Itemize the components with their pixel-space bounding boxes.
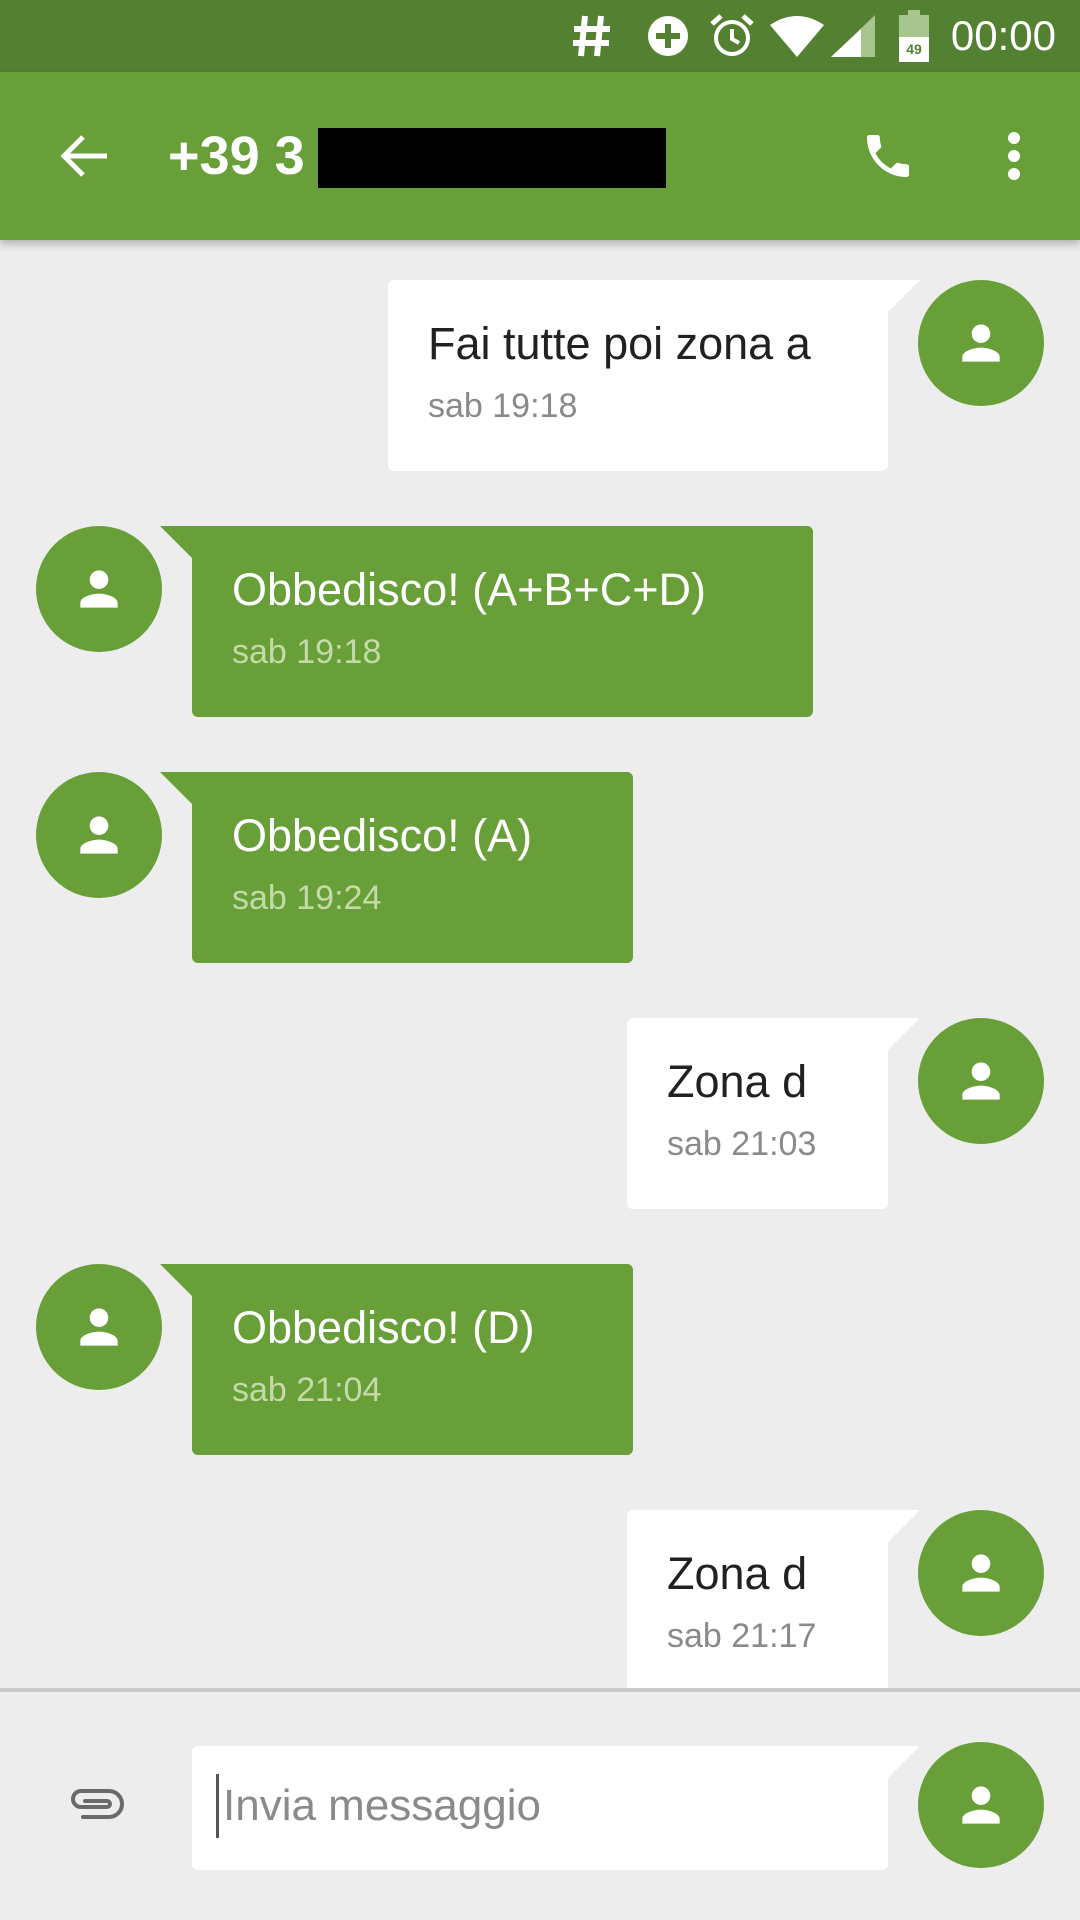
message-timestamp: sab 19:24: [232, 879, 382, 917]
avatar[interactable]: [36, 772, 162, 898]
more-vert-icon: [1008, 132, 1020, 180]
avatar[interactable]: [918, 1018, 1044, 1144]
send-avatar-button[interactable]: [918, 1742, 1044, 1868]
redaction-block: [318, 128, 666, 188]
bubble-tail: [160, 1264, 192, 1296]
person-icon: [962, 1062, 1000, 1100]
avatar[interactable]: [36, 1264, 162, 1390]
signal-icon: [830, 0, 876, 72]
arrow-back-icon: [60, 135, 107, 177]
bubble-tail: [160, 772, 192, 804]
message-timestamp: sab 21:03: [667, 1125, 817, 1163]
message-input[interactable]: [216, 1774, 856, 1838]
battery-level: 49: [906, 41, 922, 57]
person-icon: [80, 816, 118, 854]
message-bubble-outgoing[interactable]: Zona d sab 21:17: [627, 1510, 888, 1688]
status-bar: 49 00:00: [0, 0, 1080, 72]
message-bubble-outgoing[interactable]: Fai tutte poi zona a sab 19:18: [388, 280, 888, 471]
avatar[interactable]: [36, 526, 162, 652]
bubble-tail: [160, 526, 192, 558]
message-bubble-incoming[interactable]: Obbedisco! (A) sab 19:24: [192, 772, 633, 963]
person-icon: [962, 324, 1000, 362]
message-text: Obbedisco! (A+B+C+D): [232, 564, 706, 615]
bubble-tail: [888, 280, 920, 312]
message-text: Fai tutte poi zona a: [428, 318, 811, 369]
conversation-title: +39 3: [168, 126, 305, 186]
message-timestamp: sab 21:04: [232, 1371, 382, 1409]
bubble-tail: [888, 1510, 920, 1542]
input-tail: [888, 1746, 920, 1778]
message-thread[interactable]: Fai tutte poi zona a sab 19:18 Obbedisco…: [0, 240, 1080, 1688]
call-button[interactable]: [852, 120, 924, 192]
avatar[interactable]: [918, 1510, 1044, 1636]
message-bubble-outgoing[interactable]: Zona d sab 21:03: [627, 1018, 888, 1209]
data-saver-icon: [642, 0, 694, 72]
attach-button[interactable]: [54, 1762, 138, 1846]
status-time: 00:00: [950, 12, 1056, 59]
paperclip-icon: [71, 1789, 124, 1819]
avatar[interactable]: [918, 280, 1044, 406]
app-toolbar: +39 3: [0, 72, 1080, 240]
message-timestamp: sab 21:17: [667, 1617, 817, 1655]
person-icon: [962, 1554, 1000, 1592]
hash-icon: [566, 0, 618, 72]
person-icon: [962, 1786, 1000, 1824]
battery-icon: 49: [896, 0, 932, 72]
back-button[interactable]: [48, 120, 120, 192]
overflow-menu-button[interactable]: [990, 120, 1038, 192]
compose-bar: [0, 1688, 1080, 1920]
message-input-container: [192, 1746, 888, 1870]
message-bubble-incoming[interactable]: Obbedisco! (D) sab 21:04: [192, 1264, 633, 1455]
phone-icon: [867, 135, 909, 177]
message-text: Obbedisco! (D): [232, 1302, 535, 1353]
message-text: Zona d: [667, 1056, 808, 1107]
message-text: Zona d: [667, 1548, 808, 1599]
person-icon: [80, 570, 118, 608]
message-text: Obbedisco! (A): [232, 810, 533, 861]
alarm-icon: [706, 0, 758, 72]
message-timestamp: sab 19:18: [232, 633, 382, 671]
wifi-icon: [770, 0, 824, 72]
message-timestamp: sab 19:18: [428, 387, 578, 425]
bubble-tail: [888, 1018, 920, 1050]
message-bubble-incoming[interactable]: Obbedisco! (A+B+C+D) sab 19:18: [192, 526, 813, 717]
person-icon: [80, 1308, 118, 1346]
